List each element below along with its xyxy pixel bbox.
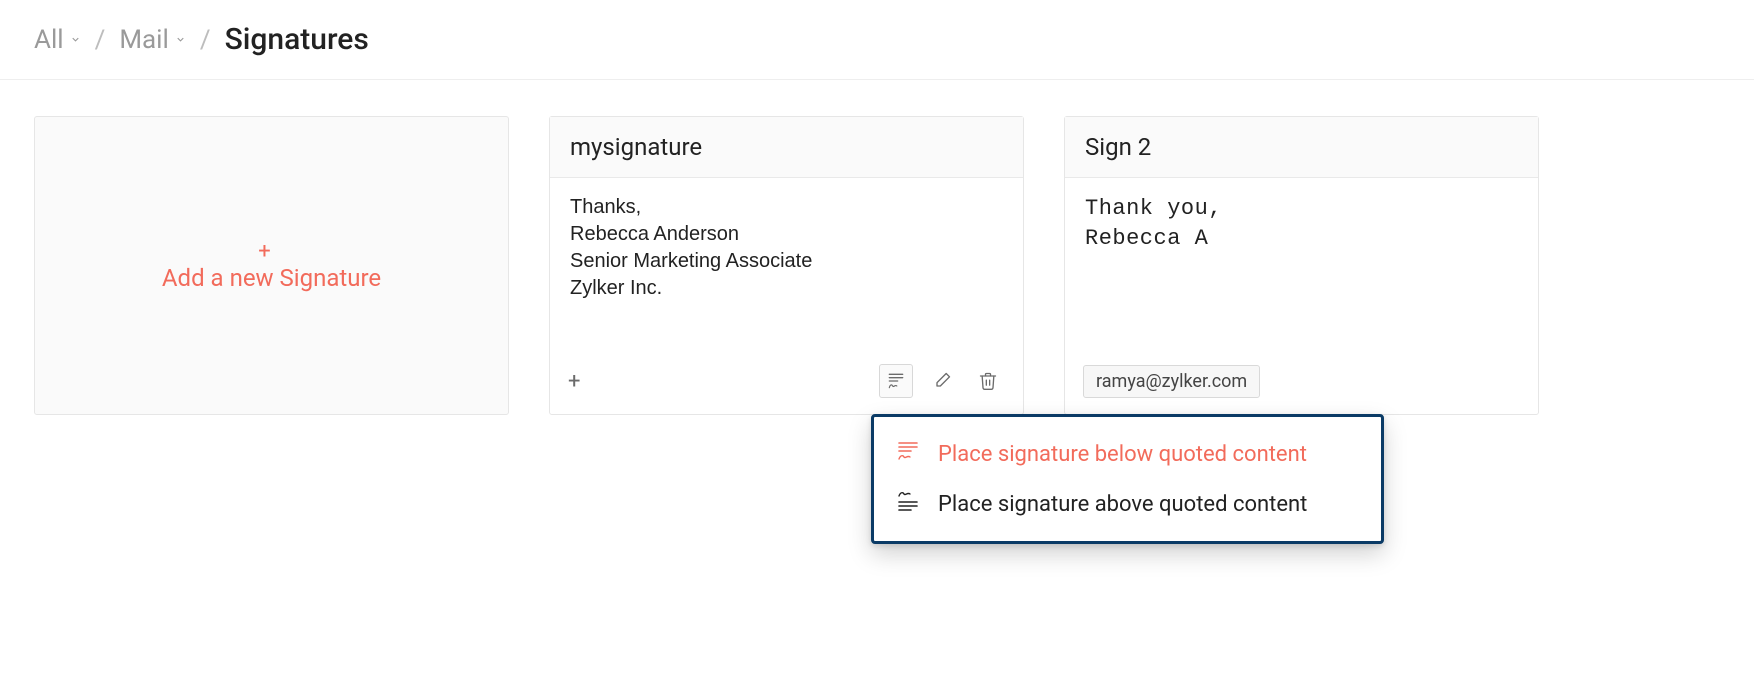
signature-position-menu: Place signature below quoted content Pla… (871, 414, 1384, 544)
signature-title: mysignature (550, 117, 1023, 178)
menu-item-label: Place signature below quoted content (938, 442, 1307, 467)
signature-line: Zylker Inc. (570, 275, 1003, 302)
signature-line: Senior Marketing Associate (570, 248, 1003, 275)
page-title: Signatures (225, 22, 369, 57)
signature-below-icon (896, 439, 920, 469)
signature-card: Sign 2 Thank you, Rebecca A ramya@zylker… (1064, 116, 1539, 415)
signature-card-footer: ramya@zylker.com (1065, 355, 1538, 414)
signature-above-icon (896, 489, 920, 519)
delete-signature-button[interactable] (971, 364, 1005, 398)
signature-line: Thank you, (1085, 194, 1518, 224)
assign-email-button[interactable]: + (568, 369, 580, 394)
signature-title: Sign 2 (1065, 117, 1538, 178)
signature-card-footer: + (550, 354, 1023, 414)
add-signature-card[interactable]: + Add a new Signature (34, 116, 509, 415)
signature-preview: Thanks, Rebecca Anderson Senior Marketin… (550, 178, 1023, 354)
signature-preview: Thank you, Rebecca A (1065, 178, 1538, 355)
signature-position-button[interactable] (879, 364, 913, 398)
signature-line: Rebecca A (1085, 224, 1518, 254)
breadcrumb-item-mail[interactable]: Mail (119, 25, 186, 55)
menu-item-label: Place signature above quoted content (938, 492, 1307, 517)
breadcrumb-label: All (34, 25, 64, 55)
chevron-down-icon (175, 34, 186, 45)
breadcrumb-separator: / (200, 25, 211, 55)
signatures-list: + Add a new Signature mysignature Thanks… (0, 80, 1754, 451)
add-signature-label: Add a new Signature (162, 264, 381, 292)
menu-item-above-quoted[interactable]: Place signature above quoted content (880, 479, 1375, 529)
email-chip[interactable]: ramya@zylker.com (1083, 365, 1260, 398)
chevron-down-icon (70, 34, 81, 45)
signature-line: Thanks, (570, 194, 1003, 221)
plus-icon: + (258, 239, 270, 264)
menu-item-below-quoted[interactable]: Place signature below quoted content (880, 429, 1375, 479)
breadcrumb: All / Mail / Signatures (0, 0, 1754, 80)
breadcrumb-item-all[interactable]: All (34, 25, 81, 55)
breadcrumb-label: Mail (119, 25, 169, 55)
signature-line: Rebecca Anderson (570, 221, 1003, 248)
breadcrumb-separator: / (95, 25, 106, 55)
signature-card: mysignature Thanks, Rebecca Anderson Sen… (549, 116, 1024, 415)
edit-signature-button[interactable] (925, 364, 959, 398)
